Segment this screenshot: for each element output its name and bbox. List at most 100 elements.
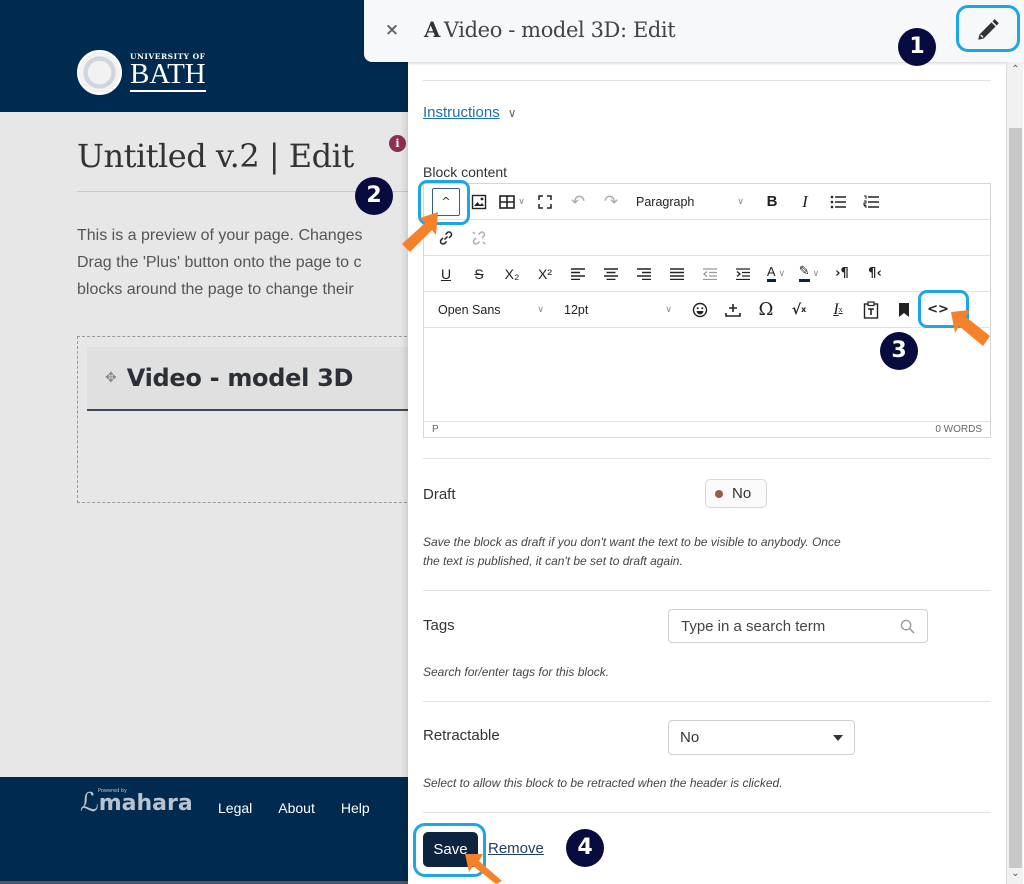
outdent-button[interactable] bbox=[696, 260, 724, 288]
instructions-link[interactable]: Instructions bbox=[423, 104, 500, 121]
font-family-select[interactable]: Open Sans ∨ bbox=[432, 296, 550, 324]
university-seal-icon bbox=[77, 50, 122, 95]
pointer-arrow-4 bbox=[465, 854, 502, 884]
tags-search-field[interactable] bbox=[668, 609, 928, 643]
special-character-button[interactable]: Ω bbox=[752, 296, 780, 324]
scroll-up-icon[interactable]: ⌃ bbox=[1007, 64, 1024, 78]
undo-button[interactable]: ↶ bbox=[564, 188, 592, 216]
font-size-select[interactable]: 12pt ∨ bbox=[558, 296, 678, 324]
justify-button[interactable] bbox=[663, 260, 691, 288]
sqrt-icon: √ bbox=[791, 301, 802, 318]
numbered-list-icon bbox=[863, 195, 879, 208]
mahara-logo[interactable]: Powered by ℒ mahara bbox=[80, 788, 193, 818]
clear-formatting-button[interactable]: Ix bbox=[824, 296, 852, 324]
redo-button[interactable]: ↷ bbox=[597, 188, 625, 216]
rtl-icon: ‹ bbox=[876, 266, 882, 281]
text-color-button[interactable]: A ∨ bbox=[762, 260, 790, 288]
chevron-down-icon: ∨ bbox=[537, 304, 544, 314]
unlink-button[interactable] bbox=[465, 224, 493, 252]
retractable-select[interactable]: No bbox=[668, 720, 855, 755]
italic-button[interactable]: I bbox=[791, 188, 819, 216]
block-format-select[interactable]: Paragraph ∨ bbox=[630, 188, 750, 216]
draft-label: Draft bbox=[423, 486, 456, 503]
table-button[interactable]: ∨ bbox=[498, 188, 526, 216]
subscript-button[interactable]: X₂ bbox=[498, 260, 526, 288]
step-badge-1: 1 bbox=[898, 28, 936, 66]
emoji-button[interactable] bbox=[686, 296, 714, 324]
divider bbox=[423, 812, 991, 813]
align-center-icon bbox=[604, 267, 618, 280]
instructions-toggle[interactable]: Instructions ∨ bbox=[423, 104, 517, 121]
info-icon[interactable]: i bbox=[389, 135, 406, 152]
footer-links: Legal About Help bbox=[218, 800, 396, 816]
search-icon bbox=[900, 619, 915, 634]
element-path[interactable]: P bbox=[432, 424, 439, 437]
unlink-icon bbox=[472, 230, 486, 245]
divider bbox=[423, 701, 991, 702]
scroll-down-icon[interactable]: ⌄ bbox=[1007, 868, 1024, 882]
ltr-button[interactable]: › ¶ bbox=[828, 260, 856, 288]
divider bbox=[423, 590, 991, 591]
divider bbox=[423, 80, 991, 81]
strikethrough-button[interactable]: S bbox=[465, 260, 493, 288]
block-format-value: Paragraph bbox=[636, 194, 695, 209]
align-right-button[interactable] bbox=[630, 260, 658, 288]
pointer-arrow-3 bbox=[951, 310, 990, 346]
chevron-down-icon: ∨ bbox=[737, 196, 744, 206]
paste-text-icon bbox=[863, 300, 879, 319]
indent-button[interactable] bbox=[729, 260, 757, 288]
table-icon bbox=[499, 194, 516, 209]
font-size-value: 12pt bbox=[564, 302, 589, 317]
block-header[interactable]: ✥ Video - model 3D bbox=[87, 347, 417, 411]
close-button[interactable]: × bbox=[384, 20, 400, 40]
rich-text-editor: ^ ∨ ↶ ↷ Paragraph ∨ B I U S X₂ X² A ∨ ✎ … bbox=[423, 183, 991, 438]
insert-button[interactable] bbox=[719, 296, 747, 324]
panel-scrollbar[interactable]: ⌃ ⌄ bbox=[1006, 62, 1023, 884]
divider bbox=[423, 458, 991, 459]
move-icon[interactable]: ✥ bbox=[105, 370, 117, 386]
retractable-label: Retractable bbox=[423, 727, 500, 744]
chevron-down-icon: ∨ bbox=[507, 105, 517, 120]
align-center-button[interactable] bbox=[597, 260, 625, 288]
bold-button[interactable]: B bbox=[758, 188, 786, 216]
fullscreen-icon bbox=[538, 194, 552, 209]
editor-statusbar: P 0 WORDS bbox=[424, 421, 990, 437]
tags-help-text: Search for/enter tags for this block. bbox=[423, 665, 610, 679]
word-count: 0 WORDS bbox=[935, 424, 982, 435]
mahara-koru-icon: ℒ bbox=[80, 788, 99, 818]
align-left-button[interactable] bbox=[564, 260, 592, 288]
anchor-button[interactable] bbox=[890, 296, 918, 324]
university-logo[interactable]: UNIVERSITY OF BATH bbox=[77, 50, 206, 95]
tags-input[interactable] bbox=[681, 617, 881, 635]
fullscreen-button[interactable] bbox=[531, 188, 559, 216]
footer-link-about[interactable]: About bbox=[278, 800, 315, 816]
mahara-logo-text: mahara bbox=[98, 791, 193, 816]
math-button[interactable]: √ x bbox=[785, 296, 813, 324]
step-badge-2: 2 bbox=[355, 177, 393, 215]
draft-toggle[interactable]: No bbox=[705, 479, 767, 508]
caret-down-icon bbox=[833, 734, 843, 741]
draft-help-text: Save the block as draft if you don't wan… bbox=[423, 535, 841, 568]
numbered-list-button[interactable] bbox=[857, 188, 885, 216]
font-family-value: Open Sans bbox=[438, 302, 501, 317]
superscript-button[interactable]: X² bbox=[531, 260, 559, 288]
footer-link-legal[interactable]: Legal bbox=[218, 800, 252, 816]
paste-text-button[interactable] bbox=[857, 296, 885, 324]
block-drop-area: ✥ Video - model 3D bbox=[77, 336, 417, 503]
retractable-value: No bbox=[680, 729, 700, 746]
preview-line: This is a preview of your page. Changes bbox=[77, 227, 363, 244]
tags-label: Tags bbox=[423, 617, 455, 634]
toggle-dot-icon bbox=[715, 489, 723, 498]
text-color-icon: A bbox=[766, 265, 776, 282]
undo-icon: ↶ bbox=[570, 191, 586, 212]
scroll-thumb[interactable] bbox=[1009, 128, 1022, 868]
bullet-list-button[interactable] bbox=[824, 188, 852, 216]
preview-line: blocks around the page to change their bbox=[77, 281, 354, 298]
rtl-button[interactable]: ¶ ‹ bbox=[861, 260, 889, 288]
footer-link-help[interactable]: Help bbox=[341, 800, 370, 816]
highlight-color-button[interactable]: ✎ ∨ bbox=[795, 260, 823, 288]
insert-plus-icon bbox=[725, 303, 741, 317]
underline-button[interactable]: U bbox=[432, 260, 460, 288]
block-content-label: Block content bbox=[423, 164, 508, 180]
chevron-down-icon: ∨ bbox=[518, 196, 525, 207]
